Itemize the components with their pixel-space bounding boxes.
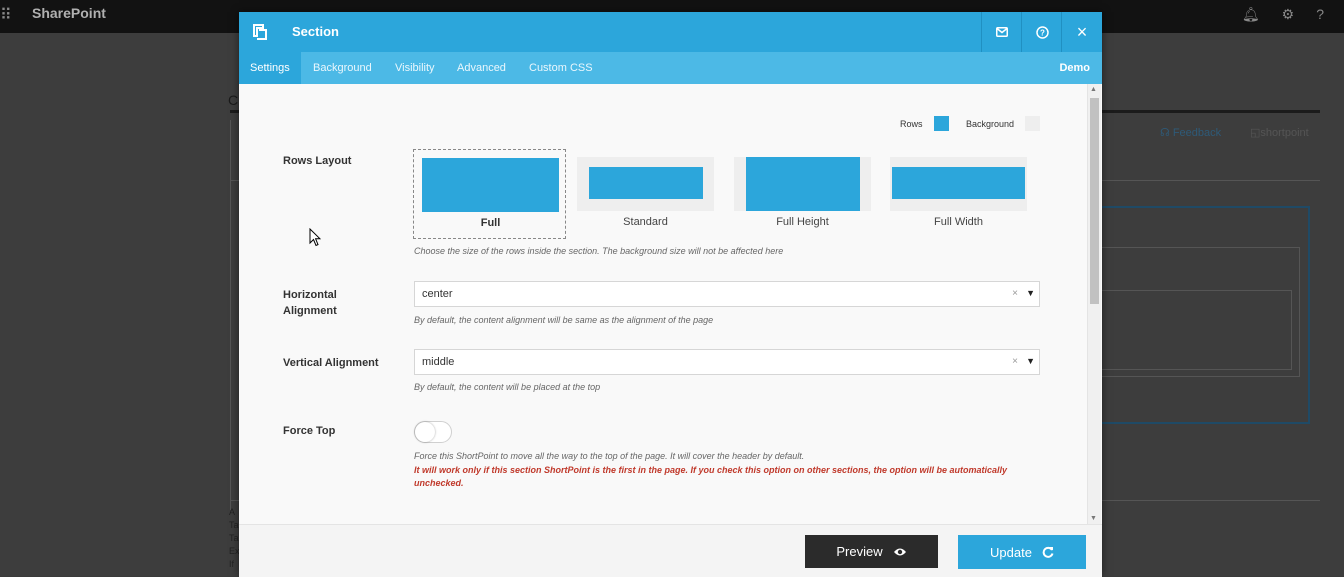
page-column-outline: [1100, 290, 1292, 370]
shortpoint-logo-icon: [253, 24, 267, 40]
legend-background-label: Background: [966, 119, 1015, 129]
horizontal-alignment-label: Horizontal Alignment: [283, 289, 337, 317]
layout-thumbnail: [734, 157, 871, 211]
tab-background[interactable]: Background: [302, 52, 383, 84]
feedback-link[interactable]: ☊ Feedback: [1160, 126, 1221, 139]
scroll-up-arrow-icon[interactable]: ▲: [1090, 86, 1097, 93]
help-button[interactable]: ?: [1021, 12, 1062, 52]
layout-option-standard[interactable]: Standard: [569, 149, 722, 239]
horizontal-alignment-select[interactable]: center × ▼: [414, 281, 1040, 307]
page-partial-heading: C: [228, 92, 239, 108]
layout-thumbnail: [890, 157, 1027, 211]
legend-rows-label: Rows: [900, 119, 923, 129]
force-top-help: Force this ShortPoint to move all the wa…: [414, 451, 805, 461]
layout-option-label: Full Width: [934, 216, 983, 228]
layout-thumbnail: [577, 157, 714, 211]
dialog-tab-bar: Settings Background Visibility Advanced …: [239, 52, 1102, 84]
force-top-toggle[interactable]: [414, 421, 452, 443]
layout-option-label: Full: [480, 217, 501, 229]
settings-gear-icon[interactable]: ⚙: [1282, 6, 1295, 23]
app-launcher-icon[interactable]: ⠿: [0, 6, 16, 26]
dialog-body: Rows Background Rows Layout Full Standar…: [239, 84, 1087, 524]
legend-rows-swatch: [934, 116, 949, 131]
horizontal-alignment-help: By default, the content alignment will b…: [414, 315, 714, 325]
notification-icon[interactable]: 🔔︎: [1242, 6, 1260, 23]
force-top-label: Force Top: [283, 425, 336, 437]
preview-button[interactable]: Preview: [805, 535, 938, 568]
preview-button-label: Preview: [836, 544, 883, 559]
select-value: middle: [422, 356, 455, 368]
update-button-label: Update: [990, 544, 1032, 560]
select-value: center: [422, 288, 453, 300]
sharepoint-brand[interactable]: SharePoint: [32, 5, 106, 21]
layout-option-full-width[interactable]: Full Width: [882, 149, 1035, 239]
dropdown-arrow-icon[interactable]: ▼: [1026, 356, 1035, 366]
page-divider: [230, 120, 231, 510]
top-bar-icons: 🔔︎ ⚙ ?: [1242, 6, 1324, 23]
dialog-header: Section ? ×: [239, 12, 1102, 52]
layout-option-full[interactable]: Full: [413, 149, 566, 239]
row-fill: [892, 167, 1025, 199]
dialog-footer: Preview Update: [239, 524, 1102, 577]
envelope-icon: [996, 27, 1008, 37]
layout-option-label: Full Height: [776, 216, 829, 228]
vertical-alignment-select[interactable]: middle × ▼: [414, 349, 1040, 375]
vertical-alignment-label: Vertical Alignment: [283, 357, 379, 369]
rows-layout-help: Choose the size of the rows inside the s…: [414, 246, 784, 256]
page-partial-text: A Ta Ta Ex If: [229, 507, 240, 569]
layout-option-full-height[interactable]: Full Height: [726, 149, 879, 239]
rows-layout-label: Rows Layout: [283, 155, 352, 167]
close-button[interactable]: ×: [1061, 12, 1102, 52]
force-top-warning: It will work only if this section ShortP…: [414, 465, 1008, 488]
row-fill: [589, 167, 703, 199]
tab-custom-css[interactable]: Custom CSS: [518, 52, 604, 84]
row-fill: [422, 158, 559, 212]
refresh-icon: [1042, 546, 1054, 558]
clear-selection-icon[interactable]: ×: [1012, 288, 1018, 299]
shortpoint-link[interactable]: ◱shortpoint: [1250, 126, 1309, 139]
dialog-title: Section: [292, 24, 339, 39]
eye-icon: [893, 548, 906, 555]
section-settings-dialog: Section ? × Settings Background Visibili…: [239, 12, 1102, 577]
tab-settings[interactable]: Settings: [239, 52, 301, 84]
update-button[interactable]: Update: [958, 535, 1086, 569]
demo-link[interactable]: Demo: [1059, 52, 1090, 84]
row-fill: [746, 157, 860, 211]
tab-advanced[interactable]: Advanced: [446, 52, 517, 84]
scrollbar-thumb[interactable]: [1090, 98, 1099, 304]
dialog-scrollbar[interactable]: ▲ ▼: [1087, 84, 1101, 524]
help-circle-icon: ?: [1035, 25, 1049, 39]
envelope-button[interactable]: [981, 12, 1022, 52]
legend-background-swatch: [1025, 116, 1040, 131]
vertical-alignment-help: By default, the content will be placed a…: [414, 382, 601, 392]
toggle-knob: [415, 422, 435, 442]
close-icon: ×: [1076, 21, 1088, 42]
mouse-pointer-icon: [309, 228, 321, 247]
svg-text:?: ?: [1040, 28, 1045, 37]
tab-visibility[interactable]: Visibility: [384, 52, 446, 84]
scroll-down-arrow-icon[interactable]: ▼: [1090, 515, 1097, 522]
dropdown-arrow-icon[interactable]: ▼: [1026, 288, 1035, 298]
help-icon[interactable]: ?: [1316, 6, 1324, 23]
clear-selection-icon[interactable]: ×: [1012, 356, 1018, 367]
layout-thumbnail: [422, 158, 559, 212]
layout-option-label: Standard: [623, 216, 668, 228]
